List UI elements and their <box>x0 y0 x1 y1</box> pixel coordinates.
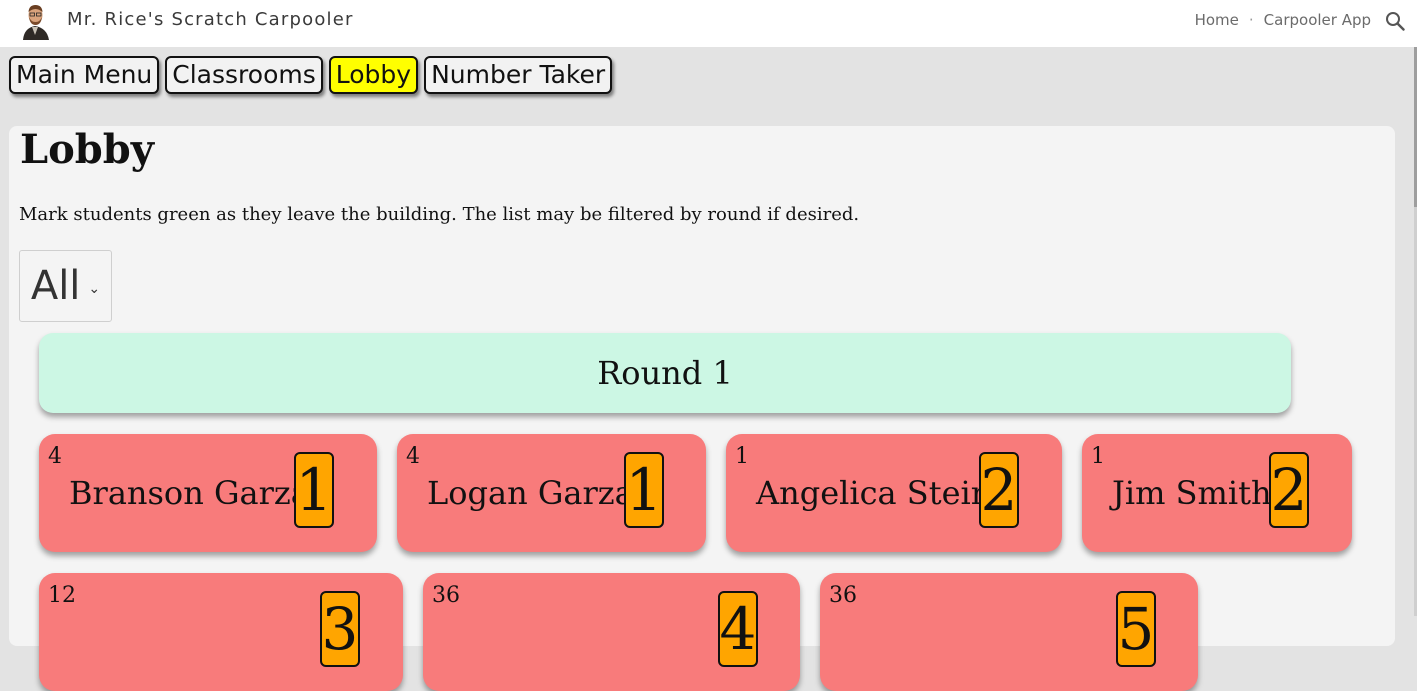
chevron-down-icon: ⌄ <box>88 281 101 297</box>
top-nav: Home · Carpooler App <box>1195 11 1371 29</box>
car-number-badge: 4 <box>718 591 758 667</box>
student-card[interactable]: 36 4 <box>423 573 800 691</box>
nav-carpooler-app-link[interactable]: Carpooler App <box>1264 11 1371 29</box>
student-room-number: 36 <box>829 583 857 608</box>
student-name: Angelica Stein <box>756 474 992 512</box>
nav-separator: · <box>1248 11 1254 29</box>
student-name: Jim Smith <box>1112 474 1272 512</box>
car-number-badge: 1 <box>294 452 334 528</box>
student-card[interactable]: 12 3 <box>39 573 403 691</box>
student-card[interactable]: 36 5 <box>820 573 1198 691</box>
student-card[interactable]: 1 Angelica Stein 2 <box>726 434 1062 552</box>
round-header: Round 1 <box>39 333 1291 413</box>
tab-bar: Main Menu Classrooms Lobby Number Taker <box>9 56 613 94</box>
student-name: Branson Garza <box>69 474 310 512</box>
student-name: Logan Garza <box>427 474 634 512</box>
student-room-number: 1 <box>735 444 749 469</box>
tab-main-menu[interactable]: Main Menu <box>9 56 160 94</box>
student-card[interactable]: 4 Logan Garza 1 <box>397 434 706 552</box>
student-room-number: 4 <box>48 444 62 469</box>
student-room-number: 12 <box>48 583 76 608</box>
search-icon[interactable] <box>1385 11 1405 31</box>
car-number-badge: 2 <box>979 452 1019 528</box>
student-card[interactable]: 1 Jim Smith 2 <box>1082 434 1352 552</box>
student-card[interactable]: 4 Branson Garza 1 <box>39 434 377 552</box>
tab-number-taker[interactable]: Number Taker <box>424 56 613 94</box>
page-title: Lobby <box>20 126 154 173</box>
car-number-badge: 2 <box>1269 452 1309 528</box>
car-number-badge: 3 <box>320 591 360 667</box>
round-filter-value: All <box>30 263 81 309</box>
round-filter-select[interactable]: All ⌄ <box>19 250 112 322</box>
nav-home-link[interactable]: Home <box>1195 11 1239 29</box>
instructions-text: Mark students green as they leave the bu… <box>19 204 860 225</box>
avatar[interactable] <box>19 2 52 40</box>
student-room-number: 36 <box>432 583 460 608</box>
student-room-number: 4 <box>406 444 420 469</box>
tab-classrooms[interactable]: Classrooms <box>165 56 323 94</box>
tab-lobby[interactable]: Lobby <box>328 56 419 94</box>
car-number-badge: 1 <box>624 452 664 528</box>
car-number-badge: 5 <box>1116 591 1156 667</box>
site-title[interactable]: Mr. Rice's Scratch Carpooler <box>67 9 354 30</box>
student-room-number: 1 <box>1091 444 1105 469</box>
lobby-panel: Lobby Mark students green as they leave … <box>9 126 1395 691</box>
site-header: Mr. Rice's Scratch Carpooler Home · Carp… <box>0 0 1417 47</box>
